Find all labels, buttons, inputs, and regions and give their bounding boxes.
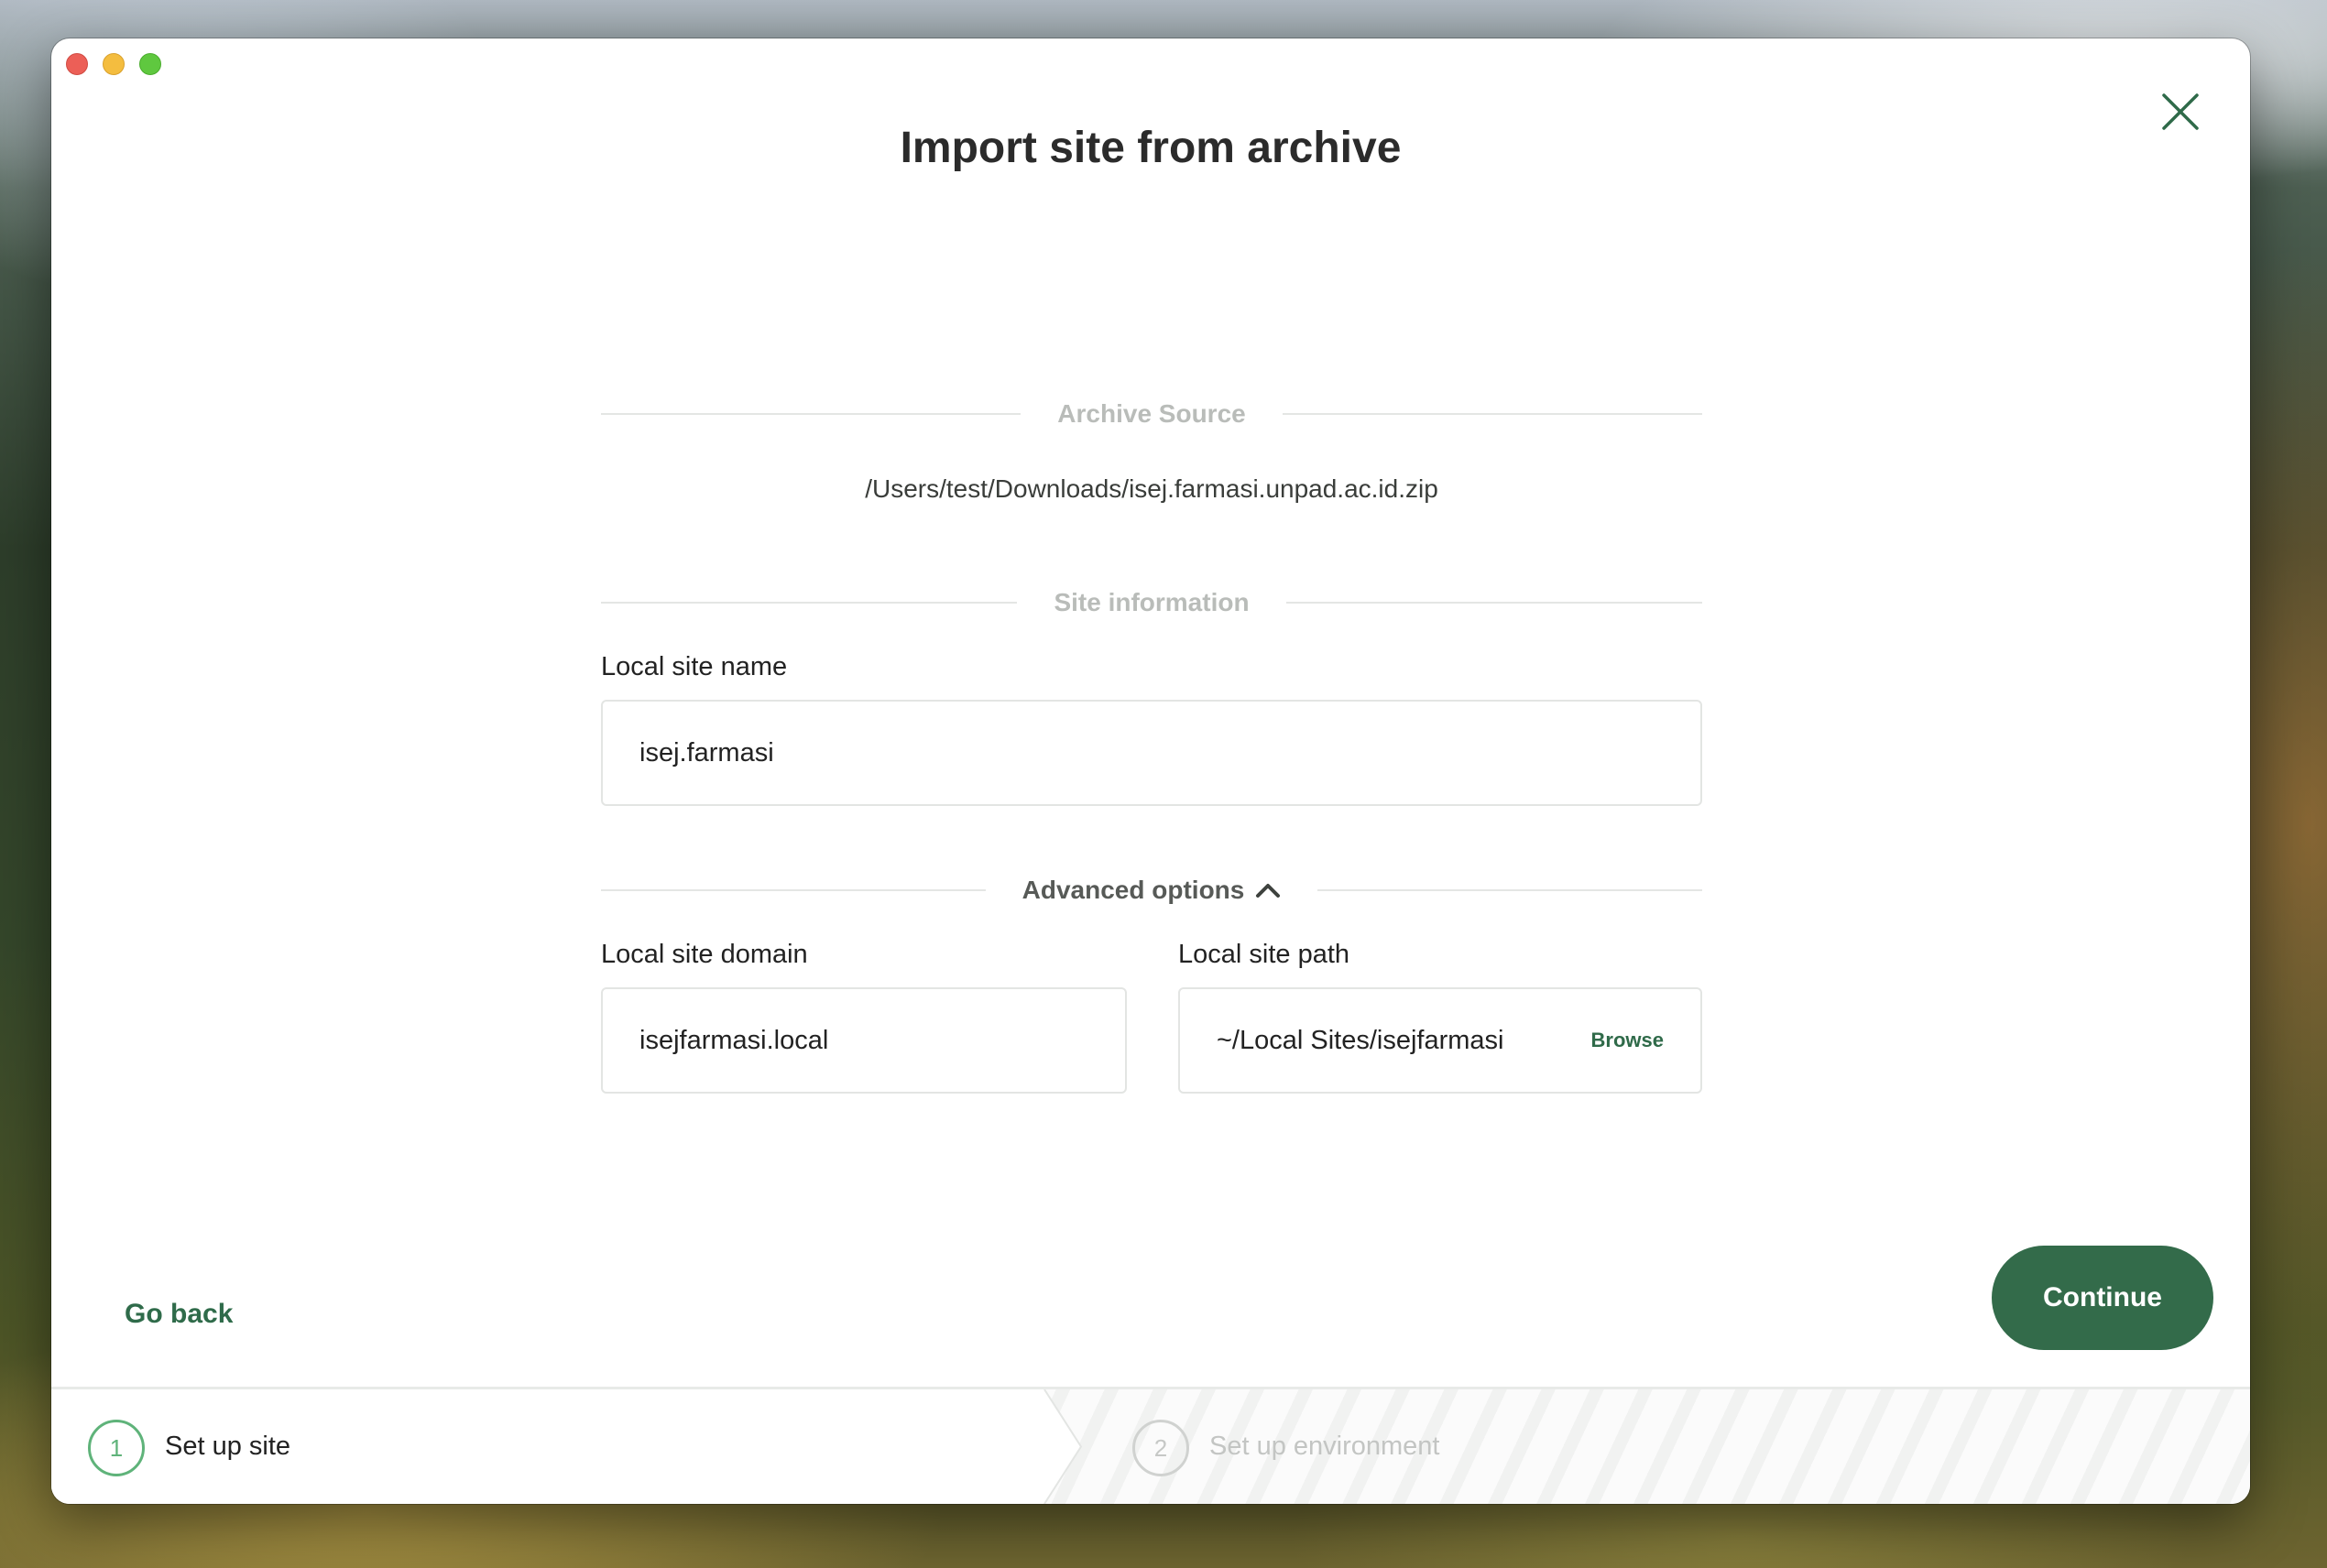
import-dialog-window: Import site from archive Archive Source … — [51, 38, 2250, 1504]
stepper-footer: 1 Set up site 2 Set up environment — [51, 1387, 2250, 1504]
archive-source-divider: Archive Source — [601, 396, 1703, 432]
advanced-options-toggle[interactable]: Advanced options — [986, 876, 1318, 905]
site-domain-value: isejfarmasi.local — [639, 1025, 829, 1055]
site-path-value: ~/Local Sites/isejfarmasi — [1217, 1025, 1504, 1055]
site-name-label: Local site name — [601, 652, 788, 681]
site-domain-label: Local site domain — [601, 940, 808, 969]
site-path-input[interactable]: ~/Local Sites/isejfarmasi Browse — [1178, 987, 1702, 1094]
browse-button[interactable]: Browse — [1591, 1029, 1664, 1052]
site-name-input[interactable]: isej.farmasi — [601, 700, 1702, 806]
step-1-label: Set up site — [165, 1432, 291, 1461]
advanced-options-divider: Advanced options — [601, 872, 1703, 909]
step-1-number: 1 — [88, 1420, 145, 1476]
close-icon[interactable] — [2158, 90, 2202, 134]
site-information-divider: Site information — [601, 584, 1702, 621]
step-2-label: Set up environment — [1209, 1432, 1440, 1461]
site-domain-input[interactable]: isejfarmasi.local — [601, 987, 1127, 1094]
archive-path: /Users/test/Downloads/isej.farmasi.unpad… — [865, 474, 1438, 503]
window-controls — [66, 53, 161, 75]
window-minimize-button[interactable] — [103, 53, 125, 75]
site-name-value: isej.farmasi — [639, 737, 774, 768]
step-separator — [1043, 1389, 1083, 1504]
site-path-label: Local site path — [1178, 940, 1350, 969]
chevron-up-icon — [1256, 884, 1281, 898]
continue-button[interactable]: Continue — [1992, 1246, 2213, 1350]
archive-source-heading: Archive Source — [1057, 399, 1246, 428]
advanced-options-label: Advanced options — [1021, 876, 1245, 904]
go-back-link[interactable]: Go back — [125, 1299, 233, 1330]
window-zoom-button[interactable] — [139, 53, 161, 75]
import-form: Archive Source /Users/test/Downloads/ise… — [601, 38, 1703, 1229]
window-close-button[interactable] — [66, 53, 88, 75]
step-2-number: 2 — [1132, 1420, 1189, 1476]
site-information-heading: Site information — [1054, 588, 1250, 616]
